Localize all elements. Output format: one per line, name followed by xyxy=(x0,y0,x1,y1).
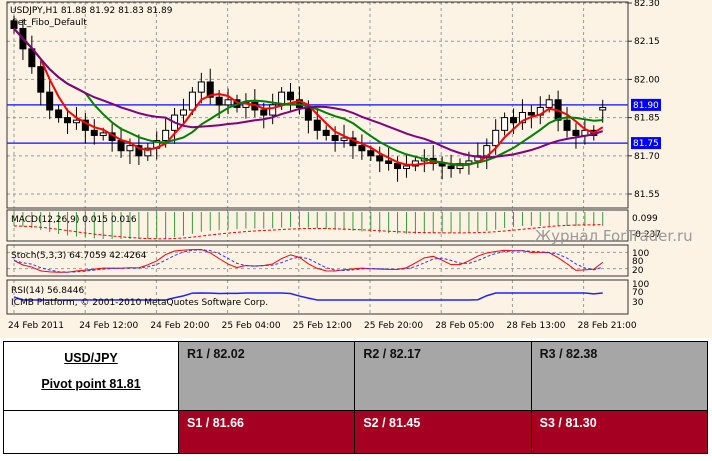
copyright: ICMB Platform, © 2001-2010 MetaQuotes So… xyxy=(11,298,268,308)
r3-cell: R3 / 82.38 xyxy=(530,341,709,411)
rsi-tick: 30 xyxy=(632,298,644,308)
rsi-tick: 70 xyxy=(632,288,644,298)
bear-candle xyxy=(367,150,375,157)
rsi-panel-frame xyxy=(6,279,629,315)
price-tick-label: 81.55 xyxy=(634,190,660,200)
bear-candle xyxy=(331,134,339,142)
time-label: 25 Feb 04:00 xyxy=(222,321,281,331)
time-label: 28 Feb 13:00 xyxy=(506,321,565,331)
chart-canvas[interactable]: 24 Feb 2011 24 Feb 12:00 24 Feb 20:00 25 Fe… xyxy=(0,0,712,338)
macd-label: MACD(12,26,9) 0.015 0.016 xyxy=(11,215,137,225)
bull-candle xyxy=(126,145,134,152)
bear-candle xyxy=(46,91,54,111)
bear-candle xyxy=(394,162,402,170)
bull-candle xyxy=(599,106,607,111)
bull-candle xyxy=(402,165,410,170)
bull-candle xyxy=(501,117,509,131)
stoch-tick: 20 xyxy=(632,266,644,276)
bear-candle xyxy=(376,155,384,162)
bear-candle xyxy=(385,160,393,164)
s1-cell: S1 / 81.66 xyxy=(177,410,356,454)
price-chart[interactable]: 24 Feb 2011 24 Feb 12:00 24 Feb 20:00 25 Fe… xyxy=(0,0,712,338)
bear-candle xyxy=(304,106,312,121)
macd-tick: 0.099 xyxy=(632,214,658,224)
bear-candle xyxy=(55,109,63,119)
chart-header: USDJPY,H1 81.88 81.92 81.83 81.89 xyxy=(10,6,173,16)
rsi-label: RSI(14) 56.8446 xyxy=(11,286,84,296)
time-label: 24 Feb 12:00 xyxy=(79,321,138,331)
pivot-table: USD/JPY Pivot point 81.81 R1 / 82.02 R2 … xyxy=(3,341,709,454)
s2-cell: S2 / 81.45 xyxy=(354,410,532,454)
time-label: 28 Feb 21:00 xyxy=(578,321,637,331)
bull-candle xyxy=(99,132,107,136)
time-label: 25 Feb 12:00 xyxy=(293,321,352,331)
watermark: Журнал ForTrader.ru xyxy=(535,227,693,245)
bear-candle xyxy=(322,129,330,136)
bull-candle xyxy=(492,129,500,147)
time-label: 24 Feb 2011 xyxy=(8,321,64,331)
ma-fast-line xyxy=(13,27,604,167)
price-tick-label: 81.70 xyxy=(634,152,660,162)
level-price-label: 81.75 xyxy=(633,139,659,149)
r2-cell: R2 / 82.17 xyxy=(354,341,532,411)
level-price-label: 81.90 xyxy=(633,101,659,111)
bear-candle xyxy=(117,140,125,152)
bear-candle xyxy=(313,119,321,131)
bear-candle xyxy=(563,119,571,131)
bear-candle xyxy=(260,109,268,116)
bull-candle xyxy=(162,129,170,142)
pair-cell: USD/JPY Pivot point 81.81 xyxy=(3,341,179,411)
bull-candle xyxy=(197,81,205,93)
bear-candle xyxy=(37,66,45,93)
price-tick-label: 82.15 xyxy=(634,37,660,47)
bear-candle xyxy=(358,145,366,152)
pivot-point: Pivot point 81.81 xyxy=(41,377,141,391)
time-label: 25 Feb 20:00 xyxy=(364,321,423,331)
stoch-label: Stoch(5,3,3) 64.7059 42.4264 xyxy=(11,251,147,261)
r1-cell: R1 / 82.02 xyxy=(177,341,356,411)
ma-mid-line xyxy=(13,27,603,166)
time-label: 28 Feb 05:00 xyxy=(435,321,494,331)
bear-candle xyxy=(510,117,518,124)
empty-cell xyxy=(3,410,179,454)
ma-slow-line xyxy=(13,27,604,159)
bear-candle xyxy=(287,91,295,101)
bull-candle xyxy=(269,104,277,116)
bull-candle xyxy=(545,99,553,108)
bull-candle xyxy=(224,99,232,106)
bear-candle xyxy=(215,96,223,106)
price-tick-label: 82.30 xyxy=(634,0,660,9)
s3-cell: S3 / 81.30 xyxy=(530,410,709,454)
template-name: Set_Fibo_Default xyxy=(12,18,87,28)
bear-candle xyxy=(527,112,535,116)
price-tick-label: 81.85 xyxy=(634,114,660,124)
bull-candle xyxy=(179,109,187,116)
bear-candle xyxy=(64,117,72,124)
bear-candle xyxy=(572,129,580,136)
bull-candle xyxy=(340,137,348,142)
pair-name: USD/JPY xyxy=(64,351,118,365)
bull-candle xyxy=(72,119,80,124)
bear-candle xyxy=(90,129,98,136)
bear-candle xyxy=(447,165,455,170)
bull-candle xyxy=(188,91,196,111)
price-tick-label: 82.00 xyxy=(634,75,660,85)
time-label: 24 Feb 20:00 xyxy=(150,321,209,331)
